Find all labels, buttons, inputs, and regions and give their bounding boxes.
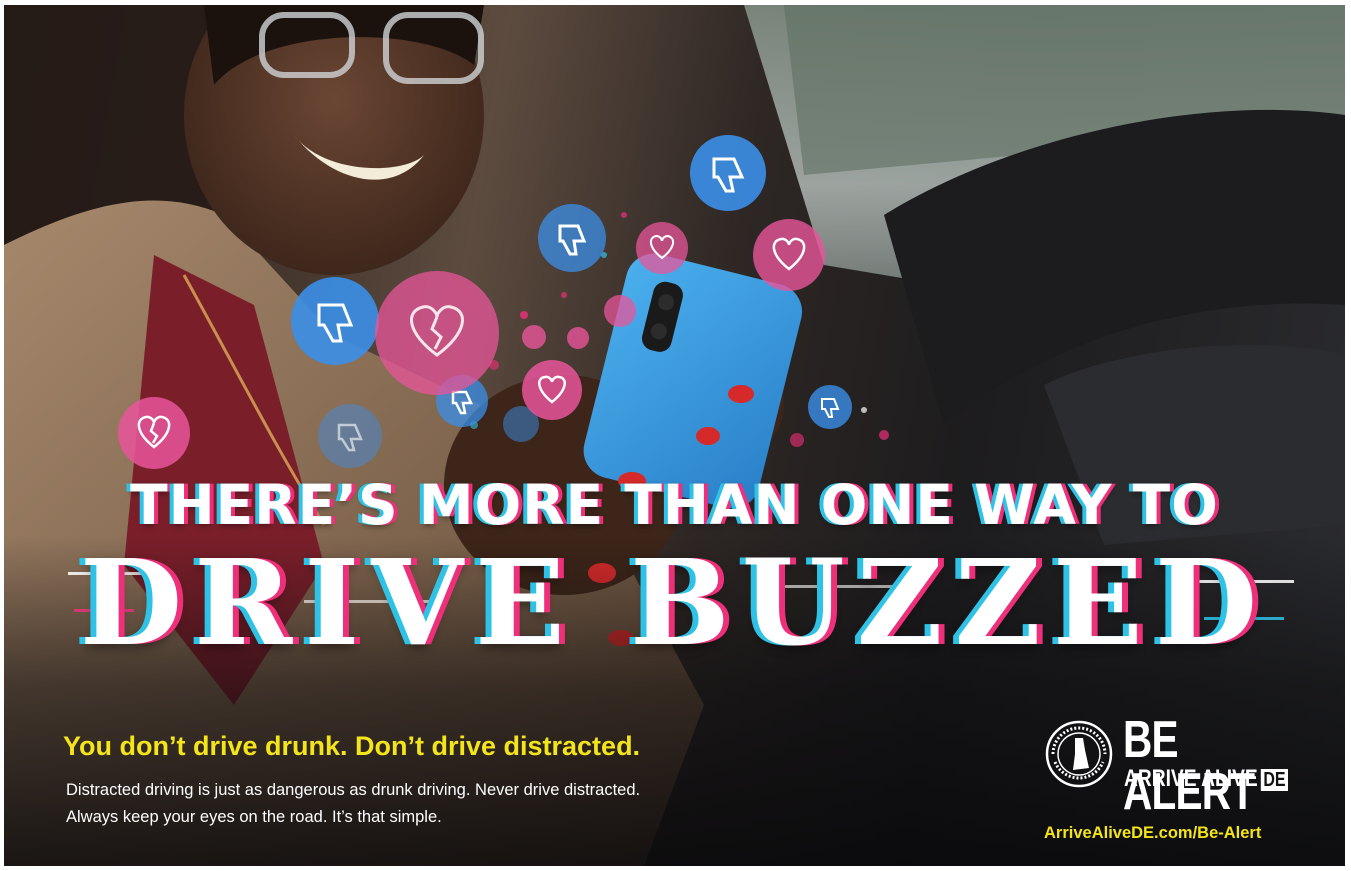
thumbs-down-icon [291, 277, 379, 365]
website-link[interactable]: ArriveAliveDE.com/Be-Alert [1044, 824, 1261, 843]
thumbs-down-icon [690, 135, 766, 211]
broken-heart-icon [522, 325, 546, 349]
tagline: You don’t drive drunk. Don’t drive distr… [63, 731, 641, 761]
brand-state-badge: DE [1260, 769, 1288, 791]
broken-heart-icon [753, 219, 825, 291]
brand-subtitle: ARRIVE ALIVE DE [1124, 765, 1288, 793]
brand-subtitle-text: ARRIVE ALIVE [1124, 765, 1258, 792]
thumbs-down-icon [808, 385, 852, 429]
thumbs-down-icon [538, 204, 606, 272]
broken-heart-icon [604, 295, 636, 327]
headline-line-2: DRIVE BUZZED [79, 533, 1270, 672]
broken-heart-icon [118, 397, 190, 469]
broken-heart-icon [636, 222, 688, 274]
broken-heart-icon [375, 271, 499, 395]
broken-heart-icon [522, 360, 582, 420]
poster: THERE’S MORE THAN ONE WAY TO DRIVE BUZZE… [4, 5, 1345, 866]
highway-safety-seal-logo [1045, 720, 1113, 788]
body-text-line-1: Distracted driving is just as dangerous … [66, 781, 641, 799]
body-text-line-2: Always keep your eyes on the road. It’s … [66, 808, 442, 826]
headline-line-1: THERE’S MORE THAN ONE WAY TO [130, 473, 1219, 537]
thumbs-down-icon [318, 404, 382, 468]
broken-heart-icon [567, 327, 589, 349]
